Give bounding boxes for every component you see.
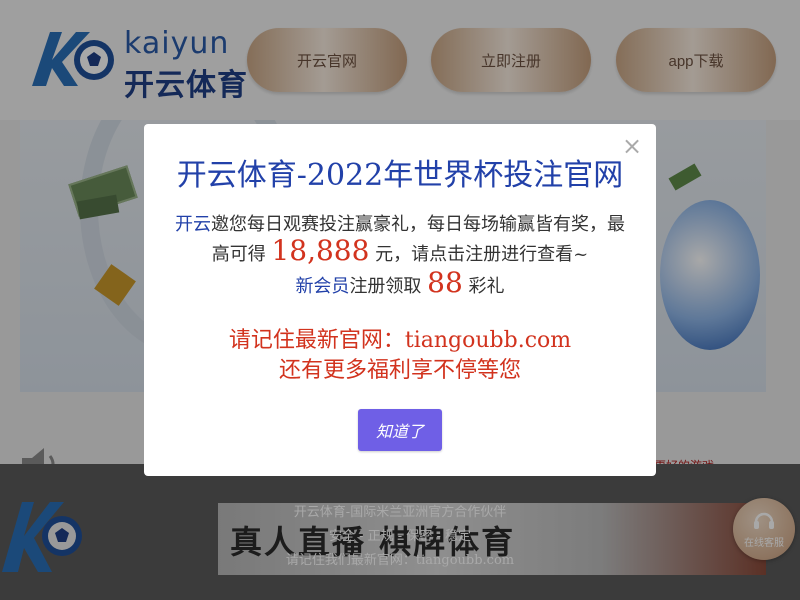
modal-new-member-text: 新会员 <box>295 276 350 297</box>
modal-bonus-amount: 88 <box>427 266 463 299</box>
modal-line-3: 新会员注册领取 88 彩礼 <box>166 266 634 299</box>
modal-line-3-mid: 注册领取 <box>349 276 422 297</box>
modal-max-amount: 18,888 <box>271 234 370 267</box>
modal-more-benefits: 还有更多福利享不停等您 <box>278 358 521 383</box>
modal-site-reminder: 请记住最新官网：tiangoubb.com <box>228 328 572 353</box>
modal-line-3-suffix: 彩礼 <box>468 276 505 297</box>
ok-button[interactable]: 知道了 <box>358 409 442 451</box>
modal-line-2: 高可得 18,888 元，请点击注册进行查看~ <box>166 234 634 267</box>
modal-line-2-prefix: 高可得 <box>211 244 266 265</box>
promo-modal: × 开云体育-2022年世界杯投注官网 开云邀您每日观赛投注赢豪礼，每日每场输赢… <box>144 124 656 476</box>
modal-line-1-text: 邀您每日观赛投注赢豪礼，每日每场输赢皆有奖，最 <box>211 214 625 235</box>
modal-brand-text: 开云 <box>175 214 211 235</box>
modal-line-2-suffix: 元，请点击注册进行查看~ <box>375 244 589 265</box>
modal-line-1: 开云邀您每日观赛投注赢豪礼，每日每场输赢皆有奖，最 <box>166 210 634 236</box>
modal-title: 开云体育-2022年世界杯投注官网 <box>176 158 624 193</box>
